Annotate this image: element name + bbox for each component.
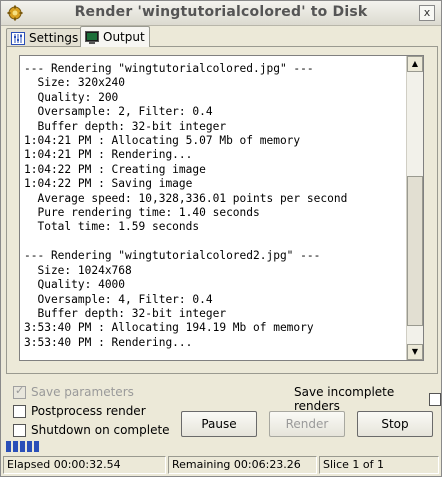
shutdown-on-complete-option: Shutdown on complete <box>13 423 170 437</box>
log-line: Oversample: 4, Filter: 0.4 <box>24 292 213 306</box>
vertical-scrollbar[interactable]: ▲ ▼ <box>406 56 423 360</box>
log-line: Total time: 1.59 seconds <box>24 220 200 234</box>
title-bar[interactable]: Render 'wingtutorialcolored' to Disk x <box>1 1 441 26</box>
stop-button[interactable]: Stop <box>357 411 433 437</box>
log-line: 3:53:40 PM : Allocating 194.19 Mb of mem… <box>24 321 314 335</box>
log-line: 1:04:21 PM : Rendering... <box>24 148 193 162</box>
log-output[interactable]: --- Rendering "wingtutorialcolored.jpg" … <box>19 55 424 361</box>
log-line: Quality: 200 <box>24 90 119 104</box>
window-title: Render 'wingtutorialcolored' to Disk <box>74 4 368 20</box>
save-parameters-option: Save parameters <box>13 384 134 399</box>
log-line: Size: 1024x768 <box>24 263 132 277</box>
log-line: --- Rendering "wingtutorialcolored.jpg" … <box>24 62 314 75</box>
close-icon: x <box>423 6 431 19</box>
sliders-icon <box>11 31 25 45</box>
slice-counter: Slice 1 of 1 <box>319 456 439 474</box>
log-line: Average speed: 10,328,336.01 points per … <box>24 191 348 205</box>
log-line: --- Rendering "wingtutorialcolored2.jpg"… <box>24 249 321 263</box>
arrow-up-icon: ▲ <box>411 59 419 68</box>
shutdown-on-complete-checkbox[interactable] <box>13 423 26 437</box>
status-bar: Elapsed 00:00:32.54 Remaining 00:06:23.2… <box>3 456 439 474</box>
save-incomplete-renders-option: Save incomplete renders <box>294 385 441 413</box>
monitor-icon <box>85 30 99 44</box>
progress-block <box>20 441 25 452</box>
progress-block <box>13 441 18 452</box>
arrow-down-icon: ▼ <box>411 347 419 356</box>
log-line: 1:04:22 PM : Creating image <box>24 162 206 176</box>
elapsed-time: Elapsed 00:00:32.54 <box>3 456 166 474</box>
scroll-up-button[interactable]: ▲ <box>407 56 423 72</box>
save-incomplete-renders-label: Save incomplete renders <box>294 385 395 413</box>
render-dialog: Render 'wingtutorialcolored' to Disk x S… <box>0 0 442 477</box>
log-line: 1:04:21 PM : Allocating 5.07 Mb of memor… <box>24 134 301 148</box>
log-line: Oversample: 2, Filter: 0.4 <box>24 105 213 119</box>
log-line: 3:53:40 PM : Rendering... <box>24 335 193 349</box>
log-line: Size: 320x240 <box>24 76 126 90</box>
log-text: --- Rendering "wingtutorialcolored.jpg" … <box>24 62 405 360</box>
progress-fill <box>6 441 39 452</box>
progress-block <box>6 441 11 452</box>
progress-block <box>34 441 39 452</box>
scroll-thumb[interactable] <box>407 176 423 326</box>
shutdown-on-complete-label: Shutdown on complete <box>31 423 170 437</box>
render-button[interactable]: Render <box>269 411 345 437</box>
log-line: Buffer depth: 32-bit integer <box>24 306 227 320</box>
postprocess-render-label: Postprocess render <box>31 404 146 418</box>
tab-settings-label: Settings <box>29 31 79 45</box>
tab-settings[interactable]: Settings <box>6 28 84 47</box>
postprocess-render-checkbox[interactable] <box>13 404 26 418</box>
log-line: Pure rendering time: 1.40 seconds <box>24 206 260 220</box>
output-panel: --- Rendering "wingtutorialcolored.jpg" … <box>6 46 438 374</box>
tab-output-label: Output <box>103 30 145 44</box>
scroll-down-button[interactable]: ▼ <box>407 344 423 360</box>
save-incomplete-renders-checkbox[interactable] <box>429 392 441 406</box>
save-parameters-checkbox[interactable] <box>13 384 26 399</box>
render-progress-bar <box>6 441 436 452</box>
postprocess-render-option: Postprocess render <box>13 404 146 418</box>
log-line: Quality: 4000 <box>24 278 126 292</box>
save-parameters-label: Save parameters <box>31 385 134 399</box>
remaining-time: Remaining 00:06:23.26 <box>168 456 317 474</box>
tab-output[interactable]: Output <box>80 26 150 47</box>
log-line: Buffer depth: 32-bit integer <box>24 119 227 133</box>
pause-button[interactable]: Pause <box>181 411 257 437</box>
progress-block <box>27 441 32 452</box>
log-line: 1:04:22 PM : Saving image <box>24 177 193 191</box>
close-button[interactable]: x <box>419 5 435 21</box>
